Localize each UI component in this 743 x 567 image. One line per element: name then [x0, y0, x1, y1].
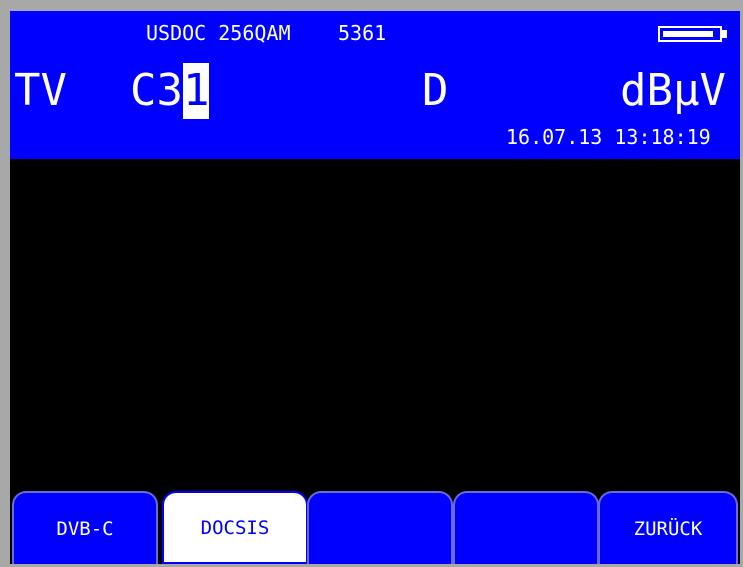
battery-tip	[722, 30, 727, 38]
battery-icon	[658, 26, 722, 42]
device-bezel: USDOC 256QAM 5361 TV C31 D dBµV 16.07.13…	[0, 0, 743, 567]
unit-label: dBµV	[620, 65, 726, 116]
softkey-3[interactable]	[307, 491, 453, 564]
band-label: TV	[14, 65, 67, 116]
date-time: 16.07.13 13:18:19	[506, 125, 711, 149]
softkey-4[interactable]	[453, 491, 599, 564]
softkey-back[interactable]: ZURÜCK	[598, 491, 738, 564]
channel-entry[interactable]: C31	[130, 63, 209, 119]
softkey-bar: DVB-C DOCSIS ZURÜCK	[10, 491, 740, 564]
softkey-docsis[interactable]: DOCSIS	[162, 491, 308, 564]
channel-prefix: C3	[130, 65, 183, 116]
standard-label: D	[422, 65, 449, 116]
status-code: 5361	[338, 21, 387, 45]
battery-level	[663, 31, 713, 37]
channel-cursor[interactable]: 1	[182, 63, 209, 119]
display-screen: USDOC 256QAM 5361 TV C31 D dBµV 16.07.13…	[10, 11, 740, 564]
status-header: USDOC 256QAM 5361 TV C31 D dBµV 16.07.13…	[10, 11, 740, 159]
softkey-dvb-c[interactable]: DVB-C	[12, 491, 158, 564]
modulation-label: USDOC 256QAM	[146, 21, 291, 45]
